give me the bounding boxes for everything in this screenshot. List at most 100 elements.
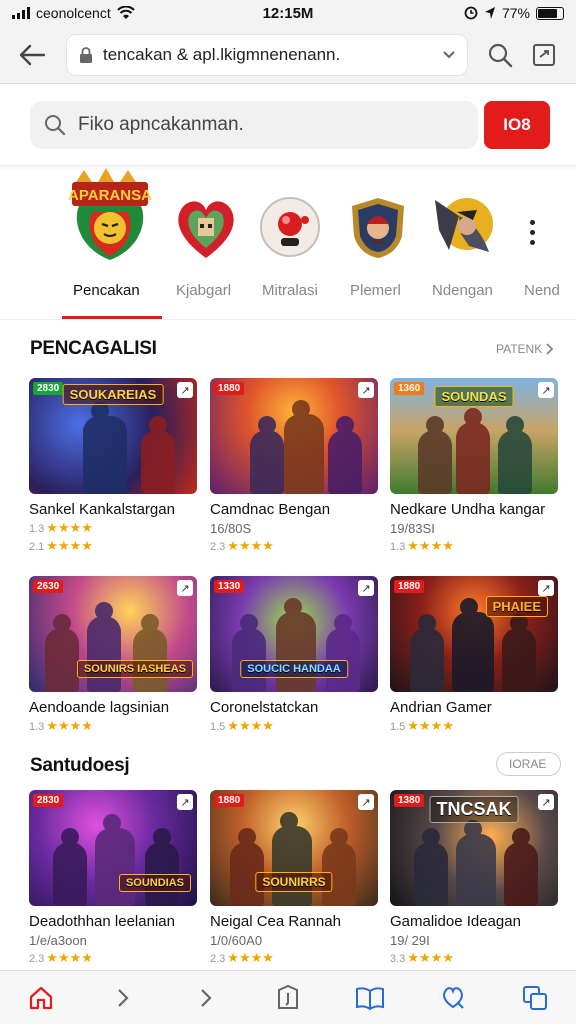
location-icon	[484, 7, 495, 19]
section-title: PENCAGALISI	[30, 338, 157, 359]
section-see-all-link[interactable]: PATENK	[496, 342, 554, 356]
game-thumbnail: 1880 ↗ PHAIEE	[390, 576, 558, 692]
tab-pencakan[interactable]: Pencakan	[73, 282, 140, 299]
nav-home[interactable]	[17, 974, 65, 1022]
section-title-2: Santudoesj	[30, 755, 130, 776]
category-item-2[interactable]	[166, 172, 246, 290]
game-name: Camdnac Bengan	[210, 501, 331, 518]
game-title-art: SOUCIC HANDAA	[240, 660, 348, 678]
nav-bookmarks[interactable]	[346, 974, 394, 1022]
game-logo-icon: APARANSA	[68, 168, 152, 260]
game-meta: 19/ 29I	[390, 933, 430, 948]
rating: 2.3 ★★★★	[210, 538, 274, 553]
game-card[interactable]: 1380 ↗ TNCSAK Gamalidoe Ideagan 19/ 29I …	[390, 790, 558, 966]
external-link-icon[interactable]: ↗	[538, 794, 554, 810]
url-text: tencakan & apl.lkigmnenenann.	[103, 44, 341, 64]
game-card[interactable]: 1360 ↗ SOUNDAS Nedkare Undha kangar 19/8…	[390, 378, 558, 554]
heart-game-icon	[178, 201, 234, 258]
search-button[interactable]	[478, 33, 522, 77]
game-name: Neigal Cea Rannah	[210, 913, 341, 930]
game-title-art: SOUNDAS	[434, 386, 514, 407]
chevron-right-icon	[546, 343, 554, 355]
warrior-shield-icon	[352, 198, 404, 258]
category-logo-text: APARANSA	[68, 187, 152, 204]
game-card[interactable]: 2630 ↗ SOUNIRS IASHEAS Aendoande lagsini…	[29, 576, 197, 734]
price-badge: 1380	[394, 794, 425, 807]
price-badge: 1330	[214, 580, 245, 593]
external-link-icon[interactable]: ↗	[538, 382, 554, 398]
tab-ndengan[interactable]: Ndengan	[432, 282, 493, 299]
external-link-icon[interactable]: ↗	[358, 382, 374, 398]
game-name: Nedkare Undha kangar	[390, 501, 546, 518]
game-name: Sankel Kankalstargan	[29, 501, 175, 518]
game-meta: 1/0/60A0	[210, 933, 263, 948]
category-item-1[interactable]: APARANSA	[68, 168, 152, 290]
game-card[interactable]: 1330 ↗ SOUCIC HANDAA Coronelstatckan 1.5…	[210, 576, 378, 734]
external-link-icon[interactable]: ↗	[358, 580, 374, 596]
search-icon	[45, 114, 66, 135]
chevron-right-icon	[118, 988, 129, 1007]
battery-percent: 77%	[501, 5, 530, 21]
external-link-icon[interactable]: ↗	[177, 794, 193, 810]
game-card[interactable]: 1880 ↗ Camdnac Bengan 16/80S 2.3 ★★★★	[210, 378, 378, 554]
rating: 1.3 ★★★★	[29, 718, 93, 733]
alarm-icon	[464, 6, 478, 20]
nav-tabs[interactable]	[511, 974, 559, 1022]
price-badge: 2830	[33, 794, 64, 807]
search-input[interactable]: Fiko apncakanman.	[30, 100, 478, 149]
battery-icon	[536, 6, 564, 20]
game-card[interactable]: 2830 ↗ SOUNDIAS Deadothhan leelanian 1/e…	[29, 790, 197, 966]
tabs-button[interactable]	[522, 33, 566, 77]
game-thumbnail: 2830 ↗ SOUNDIAS	[29, 790, 197, 906]
game-name: Gamalidoe Ideagan	[390, 913, 521, 930]
tab-nend[interactable]: Nend	[524, 282, 560, 299]
joystick-icon	[260, 197, 320, 257]
nav-forward-2[interactable]	[182, 974, 230, 1022]
clock: 12:15M	[262, 4, 314, 22]
game-card[interactable]: 1880 ↗ SOUNIRRS Neigal Cea Rannah 1/0/60…	[210, 790, 378, 966]
address-bar[interactable]: tencakan & apl.lkigmnenenann.	[66, 33, 468, 76]
nav-tags[interactable]	[429, 974, 477, 1022]
search-row: Fiko apncakanman. IO8	[0, 84, 576, 166]
chevron-down-icon[interactable]	[443, 50, 455, 59]
dragon-emblem-icon	[435, 198, 493, 252]
category-item-5[interactable]	[422, 172, 502, 290]
rating: 1.5 ★★★★	[210, 718, 274, 733]
game-title-art: SOUNIRS IASHEAS	[76, 660, 193, 678]
game-thumbnail: 1330 ↗ SOUCIC HANDAA	[210, 576, 378, 692]
external-link-icon[interactable]: ↗	[538, 580, 554, 596]
game-card[interactable]: 2830 ↗ SOUKAREIAS Sankel Kankalstargan 1…	[29, 378, 197, 554]
game-name: Aendoande lagsinian	[29, 699, 170, 716]
bookmarks-icon	[356, 986, 385, 1010]
price-badge: 1880	[214, 794, 245, 807]
nav-discover[interactable]	[264, 974, 312, 1022]
external-link-icon[interactable]: ↗	[177, 580, 193, 596]
rating: 2.3 ★★★★	[29, 950, 93, 965]
search-submit-button[interactable]: IO8	[484, 100, 550, 149]
section-more-button[interactable]: IORAE	[496, 752, 562, 776]
price-badge: 1880	[214, 382, 245, 395]
copy-tabs-icon	[522, 985, 547, 1010]
lock-icon	[80, 46, 92, 63]
game-meta: 19/83SI	[390, 521, 435, 536]
category-item-3[interactable]	[250, 172, 330, 290]
tab-plemerl[interactable]: Plemerl	[350, 282, 401, 299]
game-name: Coronelstatckan	[210, 699, 319, 716]
game-card[interactable]: 1880 ↗ PHAIEE Andrian Gamer 1.5 ★★★★	[390, 576, 558, 734]
game-title-art: SOUKAREIAS	[62, 384, 164, 405]
more-categories-icon[interactable]	[530, 220, 535, 245]
tag-icon	[442, 986, 464, 1009]
tab-switch-icon	[533, 43, 555, 66]
category-strip: APARANSA	[0, 168, 576, 290]
game-name: Deadothhan leelanian	[29, 913, 175, 930]
tab-kjabgarl[interactable]: Kjabgarl	[176, 282, 231, 299]
game-thumbnail: 1360 ↗ SOUNDAS	[390, 378, 558, 494]
tab-mitralasi[interactable]: Mitralasi	[262, 282, 318, 299]
back-button[interactable]	[10, 33, 54, 77]
external-link-icon[interactable]: ↗	[358, 794, 374, 810]
external-link-icon[interactable]: ↗	[177, 382, 193, 398]
nav-forward[interactable]	[99, 974, 147, 1022]
category-item-4[interactable]	[338, 172, 418, 290]
game-thumbnail: 2830 ↗ SOUKAREIAS	[29, 378, 197, 494]
game-title-art: TNCSAK	[429, 796, 519, 823]
